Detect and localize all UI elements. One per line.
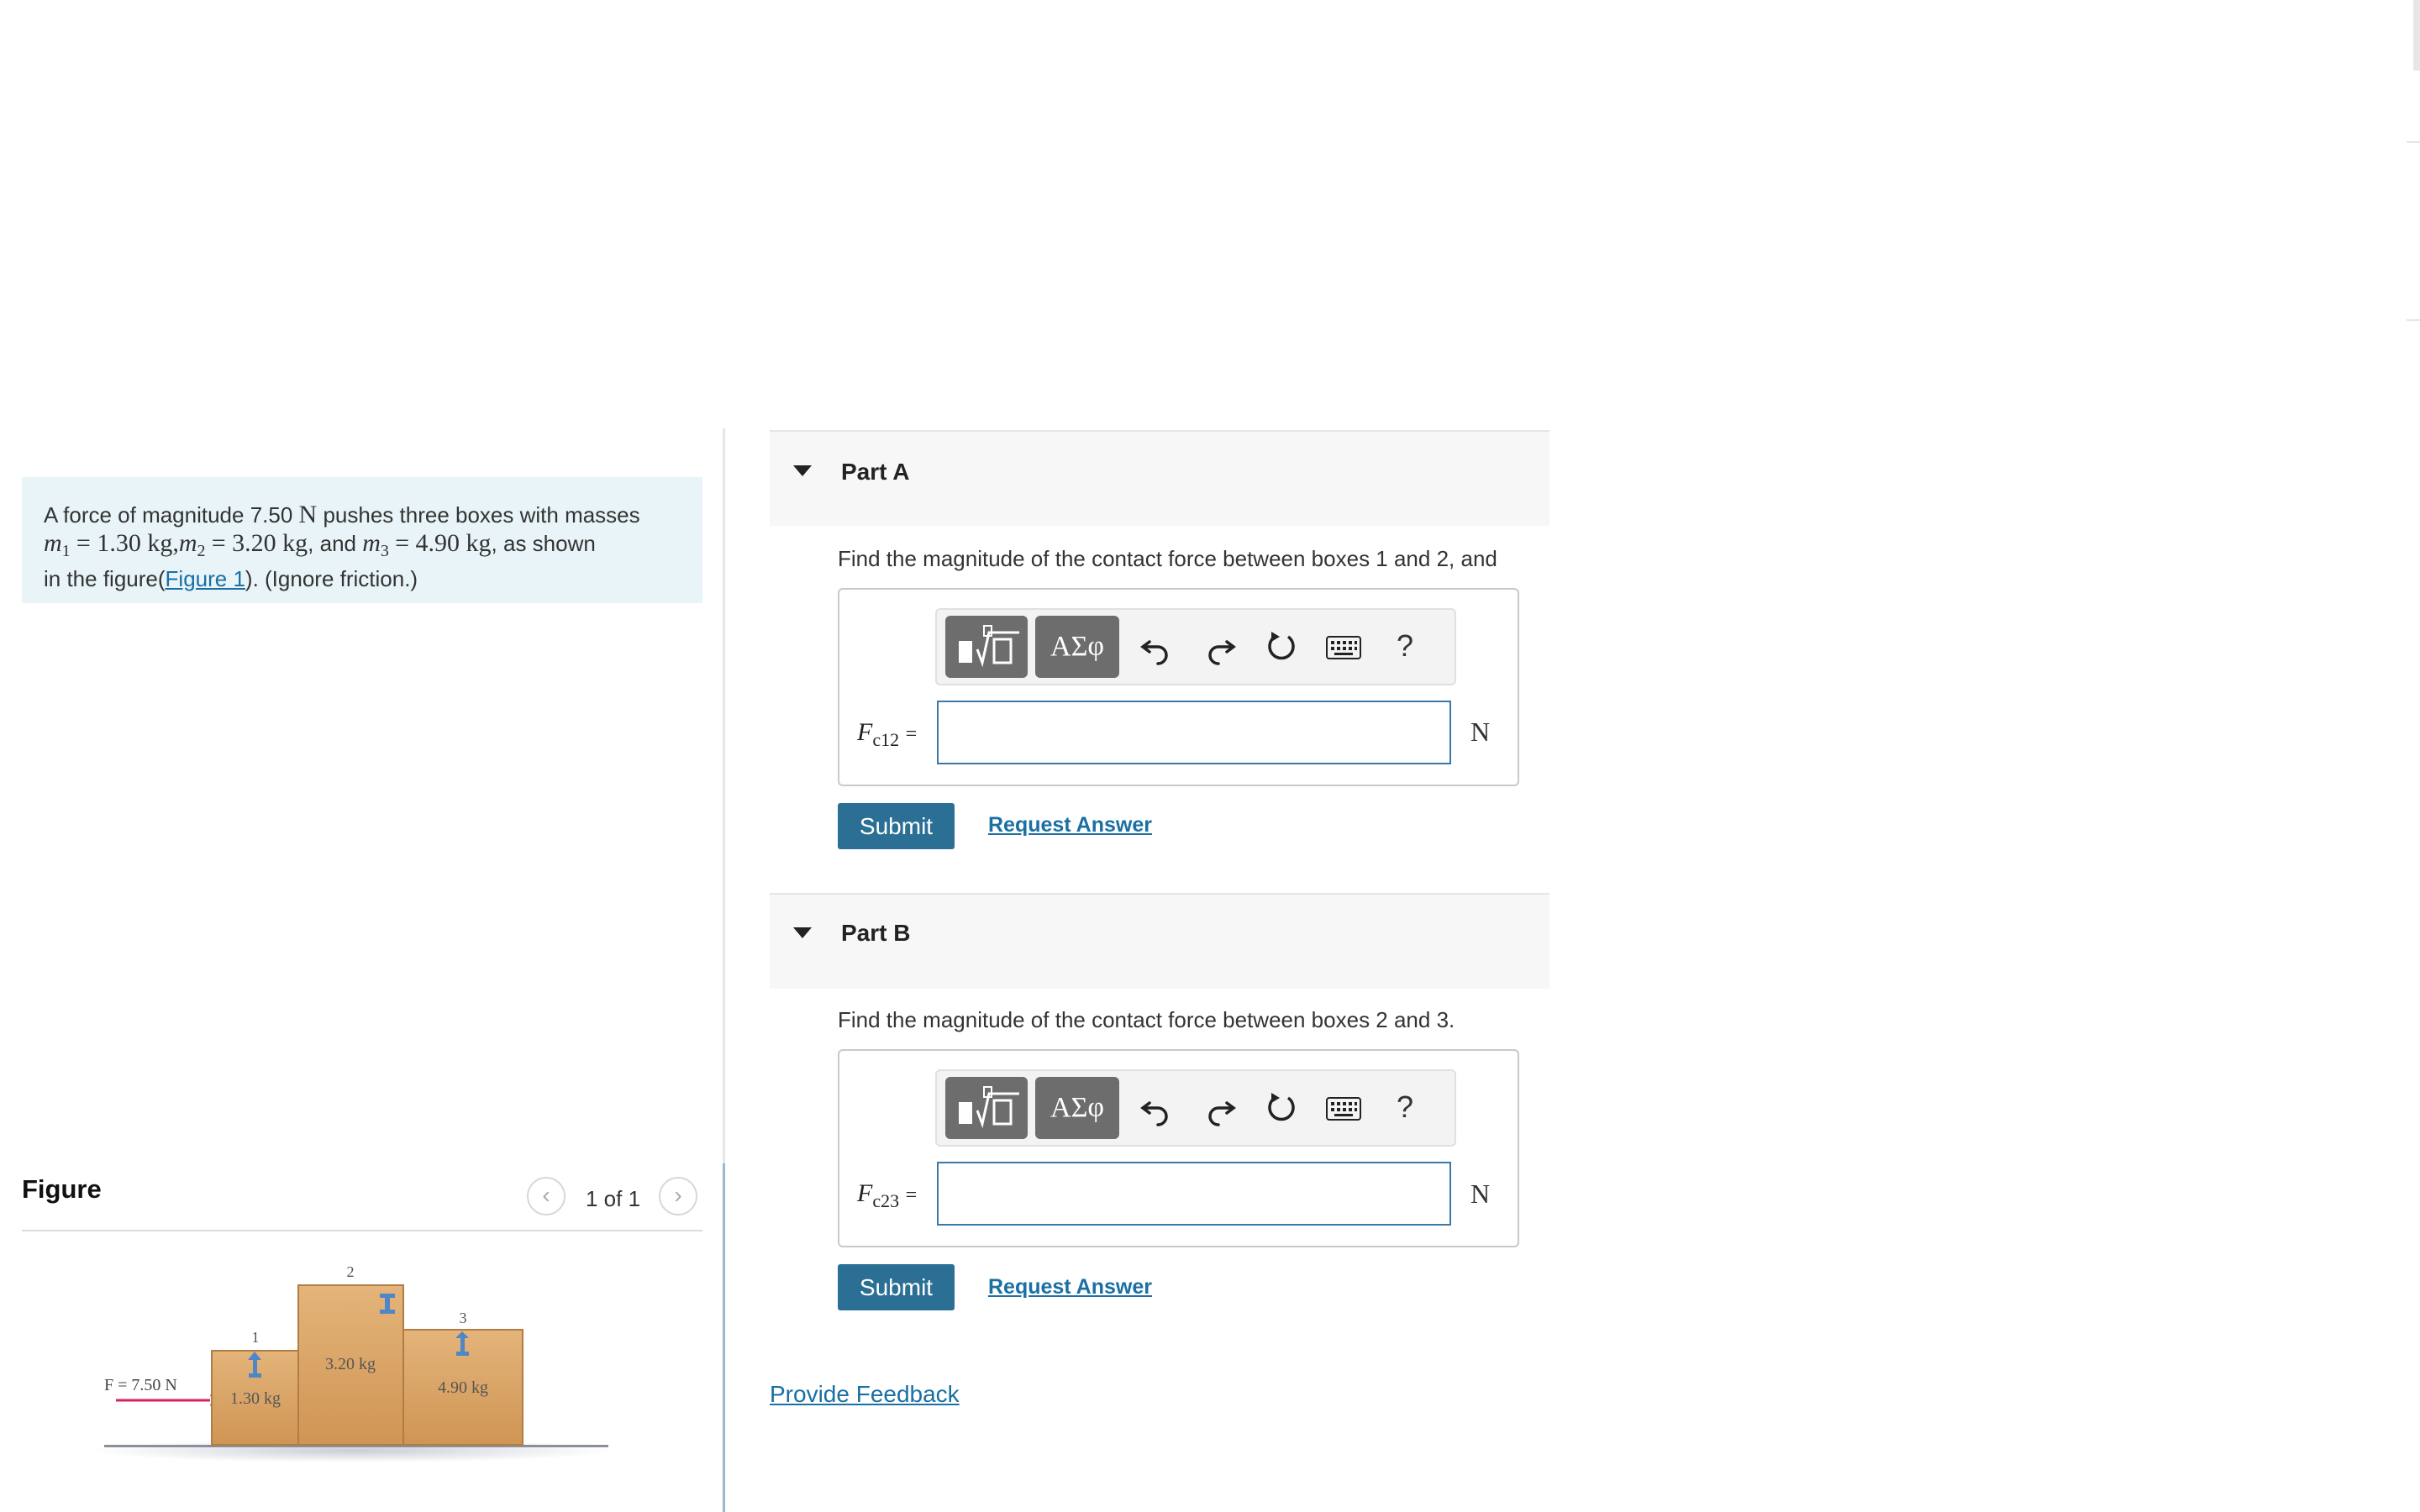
part-b-var-subscript: c23 — [872, 1190, 900, 1211]
figure-title: Figure — [22, 1174, 102, 1204]
part-b-variable-label: Fc23 = — [857, 1179, 917, 1212]
m3-value: = 4.90 kg — [395, 529, 492, 557]
figure-count: 1 of 1 — [586, 1186, 641, 1211]
redo-icon[interactable] — [1202, 628, 1239, 665]
m1-value: = 1.30 kg, — [76, 529, 179, 557]
part-a-submit-button[interactable]: Submit — [838, 803, 955, 849]
part-a-var-subscript: c12 — [872, 729, 900, 750]
rail-divider — [2407, 141, 2420, 143]
templates-button[interactable] — [945, 616, 1028, 678]
force-unit: N — [298, 501, 318, 528]
problem-statement: A force of magnitude 7.50 N pushes three… — [22, 477, 702, 603]
m2-symbol: m — [178, 529, 197, 557]
part-a-equals: = — [905, 723, 918, 745]
greek-symbols-button[interactable]: ΑΣφ — [1035, 616, 1119, 678]
help-icon[interactable]: ? — [1397, 628, 1413, 664]
box-2-mass: 3.20 kg — [325, 1355, 376, 1373]
box-1-number: 1 — [252, 1329, 260, 1346]
keyboard-icon[interactable] — [1326, 1096, 1361, 1121]
m1-symbol: m — [44, 529, 62, 557]
part-a-request-answer-link[interactable]: Request Answer — [988, 813, 1152, 837]
part-b-unit: N — [1470, 1179, 1491, 1209]
part-a-var-symbol: F — [857, 718, 873, 746]
m2-subscript: 2 — [197, 542, 206, 561]
provide-feedback-link[interactable]: Provide Feedback — [770, 1381, 960, 1408]
part-b-submit-button[interactable]: Submit — [838, 1264, 955, 1310]
part-a-variable-label: Fc12 = — [857, 718, 917, 751]
box-1-mass: 1.30 kg — [230, 1389, 281, 1408]
m3-subscript: 3 — [380, 542, 389, 561]
part-b-var-symbol: F — [857, 1179, 873, 1207]
part-b-title: Part B — [841, 920, 911, 946]
part-a-question: Find the magnitude of the contact force … — [838, 546, 1497, 571]
figure-prev-button[interactable]: ‹ — [527, 1177, 566, 1215]
panel-divider-handle[interactable] — [723, 1163, 725, 1512]
figure-next-button[interactable]: › — [659, 1177, 697, 1215]
chevron-left-icon: ‹ — [542, 1182, 550, 1208]
reset-icon[interactable] — [1263, 628, 1300, 665]
m2-value: = 3.20 kg — [211, 529, 308, 557]
problem-line-1: A force of magnitude 7.50 N pushes three… — [44, 501, 681, 529]
part-b-question: Find the magnitude of the contact force … — [838, 1007, 1455, 1032]
part-a-title: Part A — [841, 459, 910, 485]
as-shown-text: , as shown — [491, 531, 596, 556]
part-b-equals: = — [905, 1184, 918, 1206]
chevron-right-icon: › — [674, 1182, 682, 1208]
part-a-unit: N — [1470, 717, 1491, 747]
m1-subscript: 1 — [61, 542, 71, 561]
box-3-number: 3 — [460, 1310, 467, 1326]
figure-image: F = 7.50 N 1 1.30 kg 2 3.20 kg 3 4.90 kg — [92, 1263, 613, 1462]
redo-icon[interactable] — [1202, 1089, 1239, 1126]
figure-link[interactable]: Figure 1 — [166, 566, 245, 591]
problem-line-2: m1 = 1.30 kg,m2 = 3.20 kg, and m3 = 4.90… — [44, 529, 681, 565]
templates-icon — [959, 1086, 1019, 1129]
box-2-number: 2 — [347, 1263, 355, 1280]
problem-intro-text: A force of magnitude 7.50 — [44, 502, 293, 528]
scrollbar[interactable] — [2413, 0, 2420, 71]
part-b-request-answer-link[interactable]: Request Answer — [988, 1275, 1152, 1299]
undo-icon[interactable] — [1138, 628, 1175, 665]
force-label: F = 7.50 N — [104, 1376, 177, 1394]
undo-icon[interactable] — [1138, 1089, 1175, 1126]
and-text: , and — [308, 531, 356, 556]
in-figure-text: in the figure( — [44, 566, 166, 592]
m3-symbol: m — [362, 529, 381, 557]
templates-button[interactable] — [945, 1077, 1028, 1139]
rail-divider — [2407, 319, 2420, 321]
greek-symbols-button[interactable]: ΑΣφ — [1035, 1077, 1119, 1139]
caret-down-icon[interactable] — [793, 465, 812, 476]
templates-icon — [959, 625, 1019, 668]
part-b-answer-input[interactable] — [937, 1162, 1451, 1226]
help-icon[interactable]: ? — [1397, 1089, 1413, 1125]
problem-line-3: in the figure(Figure 1). (Ignore frictio… — [44, 565, 681, 593]
figure-divider — [22, 1230, 702, 1231]
keyboard-icon[interactable] — [1326, 635, 1361, 660]
part-a-answer-input[interactable] — [937, 701, 1451, 764]
caret-down-icon[interactable] — [793, 927, 812, 938]
problem-tail-text: ). (Ignore friction.) — [245, 566, 418, 592]
box-3-mass: 4.90 kg — [438, 1378, 488, 1397]
problem-mid-text: pushes three boxes with masses — [323, 502, 640, 528]
reset-icon[interactable] — [1263, 1089, 1300, 1126]
